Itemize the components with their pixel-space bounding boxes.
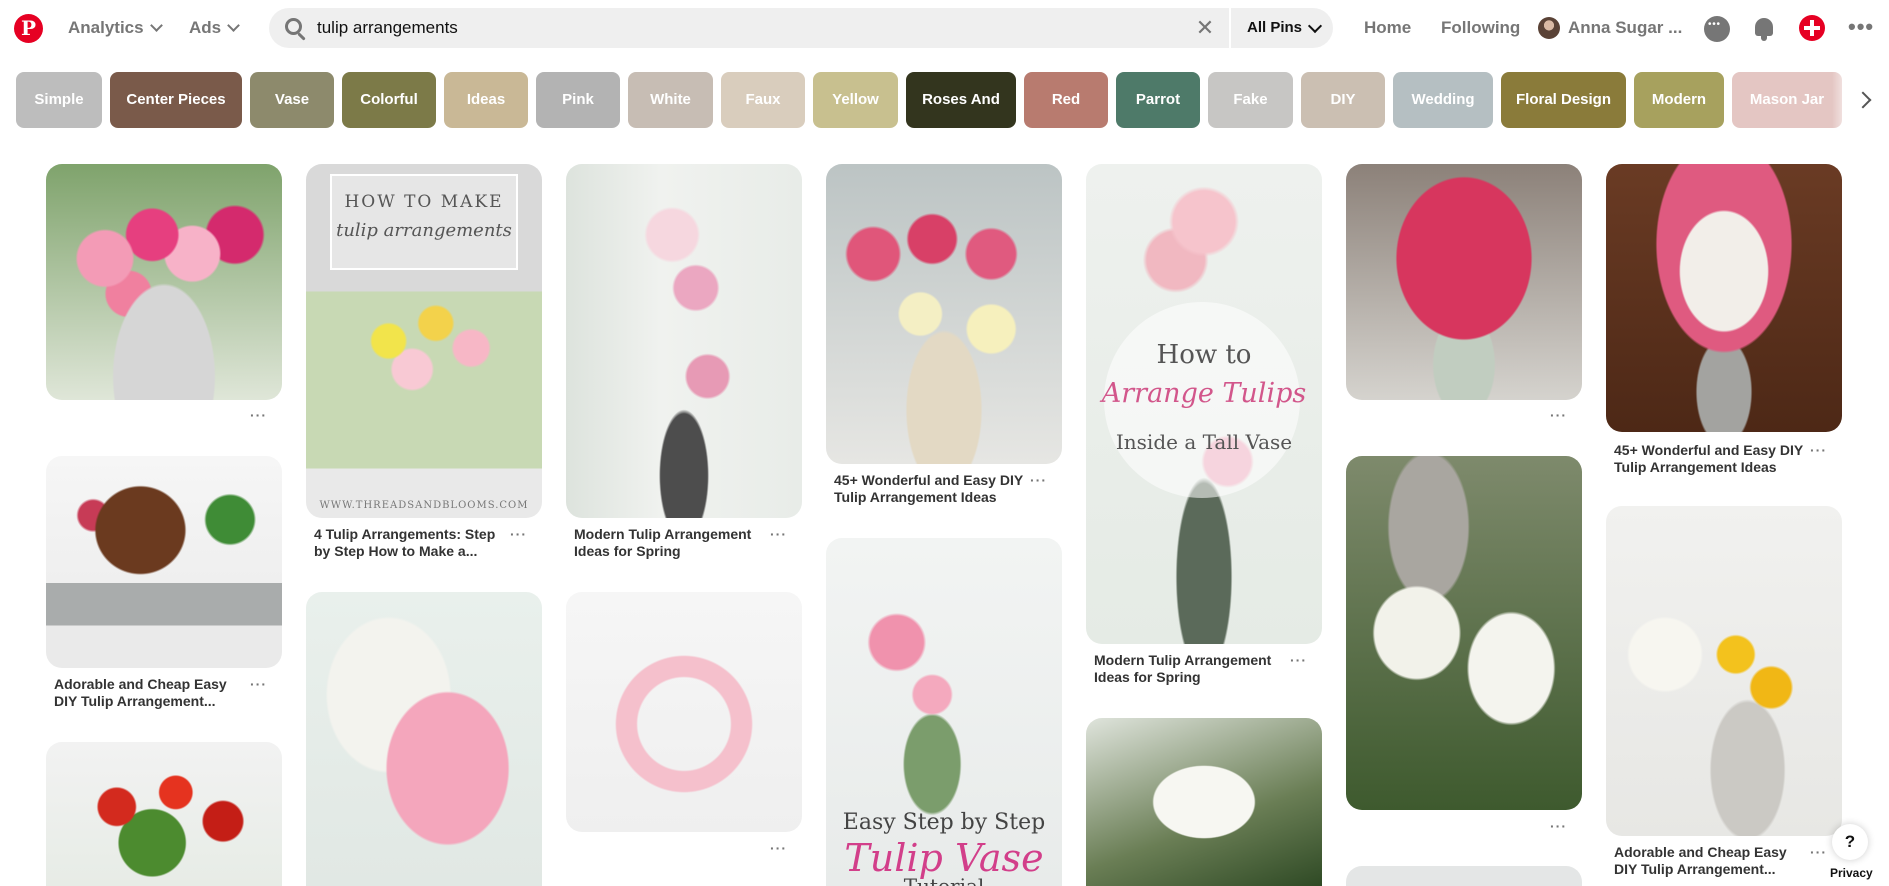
pin-image: How to Arrange Tulips Inside a Tall Vase [1086, 164, 1322, 644]
guides-fade [1832, 72, 1854, 128]
search-icon [285, 18, 302, 35]
overlay-caption: Tutorial [903, 874, 985, 886]
pin-more-icon[interactable]: ··· [770, 526, 787, 542]
pin-grid: ··· Adorable and Cheap Easy DIY Tulip Ar… [0, 0, 1889, 886]
ads-label: Ads [189, 18, 222, 37]
pin-image [566, 164, 802, 518]
chevron-down-icon [227, 19, 240, 32]
pin-image [1086, 718, 1322, 886]
pin-more-icon[interactable]: ··· [510, 526, 527, 542]
pin-more-icon[interactable]: ··· [250, 676, 267, 692]
overlay-url: WWW.THREADSANDBLOOMS.COM [319, 500, 529, 511]
pin-image [306, 592, 542, 886]
pin-more-icon[interactable]: ··· [1550, 818, 1567, 834]
guide-chip-white[interactable]: White [628, 72, 713, 128]
user-name[interactable]: Anna Sugar ... [1568, 16, 1682, 40]
pin-more-icon[interactable]: ··· [1550, 407, 1567, 423]
pin-title[interactable]: Adorable and Cheap Easy DIY Tulip Arrang… [54, 676, 244, 710]
chat-icon[interactable] [1704, 16, 1730, 42]
guide-chip-fake[interactable]: Fake [1208, 72, 1293, 128]
chevron-down-icon [149, 19, 163, 32]
pin-image [46, 456, 282, 668]
pin-title[interactable]: 45+ Wonderful and Easy DIY Tulip Arrange… [834, 472, 1024, 506]
pin-more-icon[interactable]: ··· [1810, 844, 1827, 860]
guide-chip-mason-jar[interactable]: Mason Jar [1732, 72, 1842, 128]
pin-more-icon[interactable]: ··· [1030, 472, 1047, 488]
guide-chip-center-pieces[interactable]: Center Pieces [110, 72, 242, 128]
guide-chip-red[interactable]: Red [1024, 72, 1108, 128]
bell-icon[interactable] [1751, 16, 1777, 42]
overlay-subheading: tulip arrangements [336, 220, 512, 241]
pin-image [1346, 456, 1582, 810]
guide-chip-simple[interactable]: Simple [16, 72, 102, 128]
more-icon[interactable]: ••• [1848, 14, 1874, 40]
pin-title[interactable]: Modern Tulip Arrangement Ideas for Sprin… [1094, 652, 1284, 686]
overlay-subheading: Arrange Tulips [1101, 378, 1307, 409]
pin-image [1606, 506, 1842, 836]
guide-chip-faux[interactable]: Faux [721, 72, 805, 128]
scope-label: All Pins [1247, 19, 1303, 36]
pin-title[interactable]: Adorable and Cheap Easy DIY Tulip Arrang… [1614, 844, 1804, 878]
help-button[interactable]: ? [1832, 824, 1868, 860]
guide-chip-vase[interactable]: Vase [250, 72, 334, 128]
guide-chip-yellow[interactable]: Yellow [813, 72, 898, 128]
pinterest-logo[interactable]: P [14, 14, 43, 43]
overlay-heading: How to [1156, 340, 1252, 370]
ads-dropdown[interactable]: Ads [189, 16, 240, 40]
pin-image: Easy Step by Step Tulip Vase Tutorial [826, 538, 1062, 886]
chevron-down-icon [1307, 18, 1323, 33]
pin-title[interactable]: 45+ Wonderful and Easy DIY Tulip Arrange… [1614, 442, 1804, 476]
guides-next-icon[interactable] [1854, 88, 1878, 112]
search-divider [1229, 8, 1231, 48]
create-icon[interactable] [1799, 15, 1825, 41]
pin-image [1346, 866, 1582, 886]
guide-chip-roses-and[interactable]: Roses And [906, 72, 1016, 128]
pin-more-icon[interactable]: ··· [250, 407, 267, 423]
overlay-heading: Easy Step by Step [842, 810, 1046, 835]
guide-chip-parrot[interactable]: Parrot [1116, 72, 1200, 128]
pin-image [46, 742, 282, 886]
guide-chip-colorful[interactable]: Colorful [342, 72, 436, 128]
guides-bar: Simple Center Pieces Vase Colorful Ideas Pink… [16, 72, 1866, 128]
analytics-label: Analytics [68, 18, 144, 37]
pin-image [1606, 164, 1842, 432]
guide-chip-ideas[interactable]: Ideas [444, 72, 528, 128]
guide-chip-diy[interactable]: DIY [1301, 72, 1385, 128]
following-link[interactable]: Following [1441, 16, 1520, 40]
pin-title[interactable]: Modern Tulip Arrangement Ideas for Sprin… [574, 526, 764, 560]
privacy-link[interactable]: Privacy [1830, 866, 1873, 880]
avatar[interactable] [1538, 17, 1560, 39]
pin-title[interactable]: 4 Tulip Arrangements: Step by Step How t… [314, 526, 504, 560]
overlay-heading: HOW TO MAKE [344, 192, 504, 212]
top-header: P Analytics Ads ✕ All Pins Home Followin… [0, 0, 1889, 56]
pin-more-icon[interactable]: ··· [770, 840, 787, 856]
guide-chip-wedding[interactable]: Wedding [1393, 72, 1493, 128]
search-bar: ✕ All Pins [269, 8, 1333, 48]
home-link[interactable]: Home [1364, 16, 1411, 40]
pin-image [566, 592, 802, 832]
pin-image: HOW TO MAKE tulip arrangements WWW.THREA… [306, 164, 542, 518]
pin-more-icon[interactable]: ··· [1810, 442, 1827, 458]
guide-chip-floral-design[interactable]: Floral Design [1501, 72, 1626, 128]
pin-more-icon[interactable]: ··· [1290, 652, 1307, 668]
pin-image [46, 164, 282, 400]
clear-icon[interactable]: ✕ [1193, 16, 1217, 40]
guide-chip-pink[interactable]: Pink [536, 72, 620, 128]
overlay-caption: Inside a Tall Vase [1115, 430, 1293, 454]
analytics-dropdown[interactable]: Analytics [68, 16, 163, 40]
search-scope-dropdown[interactable]: All Pins [1247, 8, 1323, 48]
guide-chip-modern[interactable]: Modern [1634, 72, 1724, 128]
pin-image [1346, 164, 1582, 400]
search-input[interactable] [317, 8, 1217, 48]
pin-image [826, 164, 1062, 464]
